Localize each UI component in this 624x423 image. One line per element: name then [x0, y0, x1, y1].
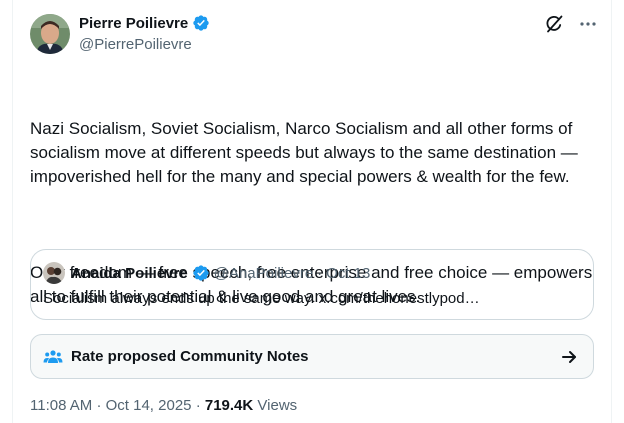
author-handle[interactable]: @PierrePoilievre — [79, 36, 192, 53]
meta-separator: · — [96, 397, 102, 414]
quoted-author-name[interactable]: Anaida Poilievre — [71, 265, 188, 282]
quoted-separator: · — [317, 264, 323, 282]
frame-border-right — [611, 0, 612, 423]
quoted-tweet-text: Socialism always ends up the same way. x… — [43, 290, 480, 307]
community-notes-label: Rate proposed Community Notes — [71, 348, 309, 365]
views-label: Views — [257, 397, 298, 414]
author-display-name[interactable]: Pierre Poilievre — [79, 15, 188, 32]
tweet-date[interactable]: Oct 14, 2025 — [106, 397, 192, 414]
meta-separator: · — [195, 397, 201, 414]
views-count: 719.4K — [204, 397, 254, 414]
arrow-right-icon — [559, 347, 579, 367]
quoted-author-avatar[interactable] — [43, 262, 65, 284]
community-notes-icon — [43, 347, 63, 367]
quoted-tweet-card[interactable]: Anaida Poilievre @AnaPoilievre · Oct 13 … — [30, 249, 594, 320]
tweet-time[interactable]: 11:08 AM — [30, 397, 92, 414]
frame-border-left — [12, 0, 13, 423]
quoted-date[interactable]: Oct 13 — [326, 265, 370, 282]
community-notes-button[interactable]: Rate proposed Community Notes — [30, 334, 594, 379]
tweet-meta: 11:08 AM · Oct 14, 2025 · 719.4K Views — [30, 397, 297, 414]
verified-badge-icon — [192, 264, 210, 282]
verified-badge-icon — [192, 14, 210, 32]
grok-icon[interactable] — [544, 14, 564, 34]
author-avatar[interactable] — [30, 14, 70, 54]
quoted-author-handle[interactable]: @AnaPoilievre — [214, 265, 313, 282]
more-icon[interactable] — [578, 14, 598, 34]
tweet-paragraph: Nazi Socialism, Soviet Socialism, Narco … — [30, 119, 583, 186]
